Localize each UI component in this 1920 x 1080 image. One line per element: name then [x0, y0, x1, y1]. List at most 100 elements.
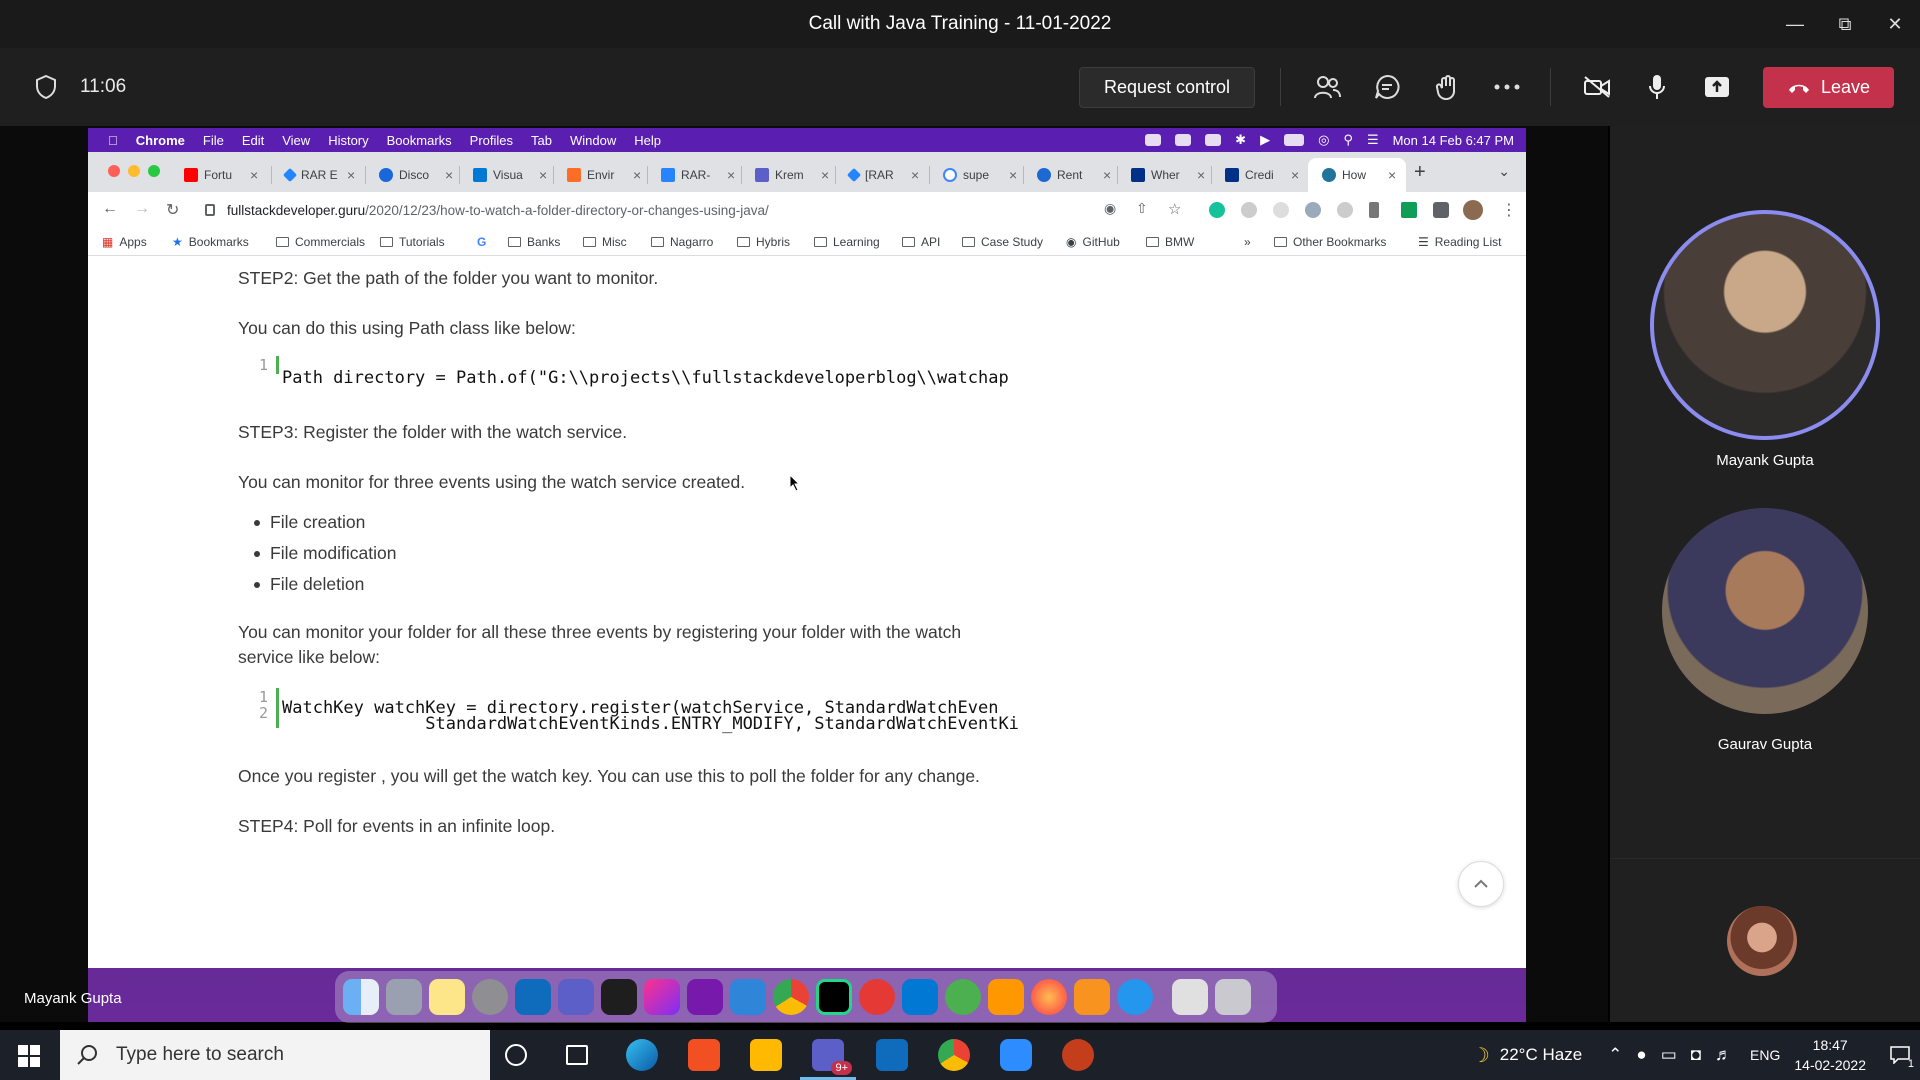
- browser-tab[interactable]: RAR- ×: [647, 158, 735, 192]
- participant-tile[interactable]: Mayank Gupta: [1645, 210, 1885, 469]
- browser-tab[interactable]: Krem ×: [741, 158, 829, 192]
- bookmark-folder[interactable]: Commercials: [276, 235, 365, 249]
- firefox-icon[interactable]: [1031, 979, 1067, 1015]
- bookmark-folder[interactable]: Tutorials: [380, 235, 445, 249]
- new-tab-button[interactable]: +: [1414, 161, 1426, 184]
- sketch-pencil-icon[interactable]: [1074, 979, 1110, 1015]
- outlook-icon[interactable]: [876, 1039, 908, 1071]
- browser-tab[interactable]: RAR E ×: [271, 158, 355, 192]
- google-extension-icon[interactable]: [1273, 202, 1289, 218]
- tab-close-icon[interactable]: ×: [445, 167, 453, 183]
- terminal-icon[interactable]: [601, 979, 637, 1015]
- eyedropper-icon[interactable]: [1369, 202, 1379, 218]
- notes-icon[interactable]: [429, 979, 465, 1015]
- bookmarks-overflow[interactable]: »: [1244, 235, 1251, 249]
- tab-close-icon[interactable]: ×: [1197, 167, 1205, 183]
- browser-tab[interactable]: Disco ×: [365, 158, 453, 192]
- bookmark-folder[interactable]: Case Study: [962, 235, 1043, 249]
- documents-folder-icon[interactable]: [1172, 979, 1208, 1015]
- extension-icon[interactable]: [1241, 202, 1257, 218]
- window-close-dot[interactable]: [108, 165, 120, 177]
- tab-close-icon[interactable]: ×: [1009, 167, 1017, 183]
- vpn-globe-icon[interactable]: [945, 979, 981, 1015]
- volume-icon[interactable]: ♬: [1715, 1045, 1732, 1065]
- share-icon[interactable]: ⇧: [1136, 200, 1148, 217]
- tab-close-icon[interactable]: ×: [1388, 167, 1396, 183]
- scroll-to-top-button[interactable]: [1458, 861, 1504, 907]
- pycharm-icon[interactable]: [816, 979, 852, 1015]
- request-control-button[interactable]: Request control: [1079, 67, 1255, 108]
- edge-icon[interactable]: [626, 1039, 658, 1071]
- windows-start-icon[interactable]: [18, 1045, 40, 1067]
- bookmark-folder[interactable]: BMW: [1146, 235, 1194, 249]
- store-icon[interactable]: [688, 1039, 720, 1071]
- tab-close-icon[interactable]: ×: [347, 167, 355, 183]
- bookmark-folder[interactable]: Banks: [508, 235, 560, 249]
- teams-icon[interactable]: [558, 979, 594, 1015]
- chrome-icon[interactable]: [938, 1039, 970, 1071]
- vscode-icon[interactable]: [902, 979, 938, 1015]
- bookmark-google[interactable]: G: [477, 235, 486, 249]
- tab-close-icon[interactable]: ×: [727, 167, 735, 183]
- sublime-icon[interactable]: [988, 979, 1024, 1015]
- taskbar-clock[interactable]: 18:47 14-02-2022: [1794, 1035, 1866, 1075]
- chat-icon[interactable]: [1372, 73, 1402, 101]
- browser-tab[interactable]: Visua ×: [459, 158, 547, 192]
- battery-icon[interactable]: ▭: [1661, 1045, 1677, 1065]
- microphone-icon[interactable]: ●: [1636, 1045, 1646, 1065]
- minimize-button[interactable]: —: [1770, 0, 1820, 48]
- speech-bubble-icon[interactable]: [859, 979, 895, 1015]
- close-button[interactable]: ✕: [1870, 0, 1920, 48]
- browser-tab[interactable]: Envir ×: [553, 158, 641, 192]
- bookmark-apps[interactable]: ▦ Apps: [102, 235, 147, 249]
- xcode-tool-icon[interactable]: [730, 979, 766, 1015]
- chrome-icon[interactable]: [773, 979, 809, 1015]
- participant-tile[interactable]: Gaurav Gupta: [1645, 508, 1885, 753]
- extension-icon[interactable]: [1337, 202, 1353, 218]
- system-preferences-icon[interactable]: [472, 979, 508, 1015]
- window-zoom-dot[interactable]: [148, 165, 160, 177]
- browser-tab[interactable]: Credi ×: [1211, 158, 1299, 192]
- outlook-icon[interactable]: [515, 979, 551, 1015]
- wifi-icon[interactable]: ◘: [1691, 1045, 1701, 1065]
- file-explorer-icon[interactable]: [750, 1039, 782, 1071]
- camera-off-icon[interactable]: [1582, 73, 1612, 101]
- language-indicator[interactable]: ENG: [1750, 1047, 1780, 1063]
- profile-avatar[interactable]: [1463, 200, 1483, 220]
- tab-close-icon[interactable]: ×: [911, 167, 919, 183]
- cortana-icon[interactable]: [505, 1044, 527, 1066]
- browser-tab[interactable]: Wher ×: [1117, 158, 1205, 192]
- bookmark-github[interactable]: ◉ GitHub: [1066, 235, 1120, 249]
- more-options-icon[interactable]: [1492, 73, 1522, 101]
- finder-icon[interactable]: [343, 979, 379, 1015]
- bookmark-folder[interactable]: Nagarro: [651, 235, 713, 249]
- other-bookmarks[interactable]: Other Bookmarks: [1274, 235, 1386, 249]
- people-icon[interactable]: [1312, 73, 1342, 101]
- forward-icon[interactable]: →: [134, 200, 150, 218]
- chrome-menu-icon[interactable]: ⋮: [1501, 200, 1517, 220]
- tab-search-chevron-icon[interactable]: ⌄: [1498, 163, 1510, 180]
- weather-text[interactable]: 22°C Haze: [1500, 1045, 1582, 1065]
- bookmark-folder[interactable]: Misc: [583, 235, 627, 249]
- window-minimize-dot[interactable]: [128, 165, 140, 177]
- zoom-icon[interactable]: [1000, 1039, 1032, 1071]
- bookmark-folder[interactable]: Learning: [814, 235, 880, 249]
- tab-close-icon[interactable]: ×: [1291, 167, 1299, 183]
- launchpad-icon[interactable]: [386, 979, 422, 1015]
- tab-close-icon[interactable]: ×: [821, 167, 829, 183]
- reading-list[interactable]: ☰ Reading List: [1418, 235, 1501, 249]
- grammarly-icon[interactable]: [1209, 202, 1225, 218]
- browser-tab[interactable]: Fortu ×: [170, 158, 258, 192]
- leave-button[interactable]: Leave: [1763, 67, 1894, 108]
- microphone-icon[interactable]: [1642, 73, 1672, 101]
- sheets-icon[interactable]: [1401, 202, 1417, 218]
- tab-close-icon[interactable]: ×: [539, 167, 547, 183]
- tracking-off-icon[interactable]: ◉: [1104, 200, 1116, 217]
- powerpoint-icon[interactable]: [1062, 1039, 1094, 1071]
- bookmark-bookmarks[interactable]: ★ Bookmarks: [172, 235, 249, 249]
- task-view-icon[interactable]: [566, 1045, 588, 1065]
- show-hidden-icons-chevron[interactable]: ⌃: [1608, 1045, 1622, 1065]
- trash-icon[interactable]: [1215, 979, 1251, 1015]
- reactions-icon[interactable]: [1432, 73, 1462, 101]
- restore-button[interactable]: ⧉: [1820, 0, 1870, 48]
